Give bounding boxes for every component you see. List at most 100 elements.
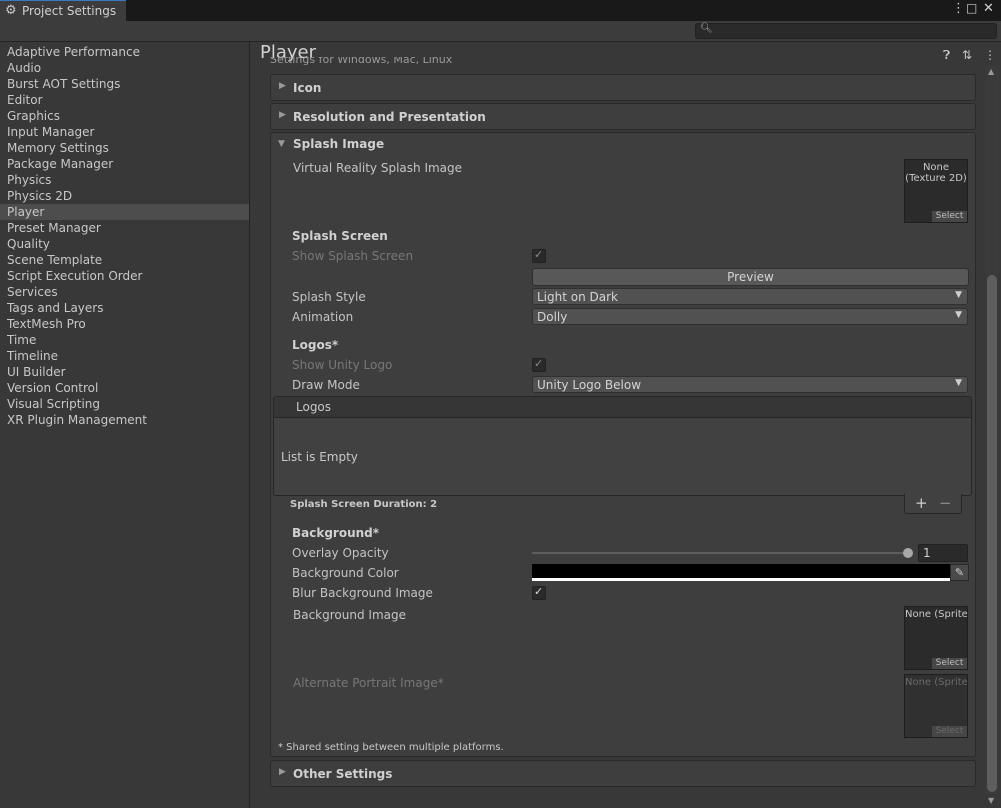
checkmark-icon: ✓ (534, 585, 544, 598)
blur-background-checkbox[interactable]: ✓ (532, 585, 546, 600)
show-unity-logo-label: Show Unity Logo (292, 358, 393, 372)
sidebar-item-package-manager[interactable]: Package Manager (0, 156, 249, 172)
collapse-arrow-icon[interactable]: ▼ (278, 139, 285, 149)
chevron-down-icon: ▼ (955, 310, 962, 320)
sidebar-item-scene-template[interactable]: Scene Template (0, 252, 249, 268)
logos-heading: Logos* (292, 338, 339, 352)
icon-section[interactable]: ▶ Icon (270, 74, 976, 101)
dropdown-value: Light on Dark (537, 290, 618, 304)
section-title: Other Settings (293, 767, 393, 781)
checkmark-icon: ✓ (534, 248, 544, 261)
splash-image-title[interactable]: Splash Image (293, 137, 384, 151)
show-splash-label: Show Splash Screen (292, 249, 414, 263)
sidebar-item-script-execution-order[interactable]: Script Execution Order (0, 268, 249, 284)
background-image-field[interactable]: None (Sprite) Select (904, 606, 968, 670)
logos-list-header-label: Logos (296, 400, 332, 414)
tab-title: Project Settings (22, 4, 117, 18)
background-color-field[interactable] (532, 564, 950, 581)
background-color-label: Background Color (292, 566, 399, 580)
sidebar-item-ui-builder[interactable]: UI Builder (0, 364, 249, 380)
dropdown-value: Unity Logo Below (537, 378, 642, 392)
maximize-icon[interactable]: □ (966, 1, 977, 15)
sidebar-item-visual-scripting[interactable]: Visual Scripting (0, 396, 249, 412)
overlay-opacity-slider[interactable] (532, 552, 908, 554)
overlay-opacity-label: Overlay Opacity (292, 546, 389, 560)
search-field[interactable]: 🔍︎ (695, 23, 997, 39)
checkmark-icon: ✓ (534, 357, 544, 370)
animation-dropdown[interactable]: Dolly ▼ (532, 308, 968, 325)
object-field-value: None (Sprite) (905, 609, 968, 620)
list-empty-text: List is Empty (281, 450, 358, 464)
vr-splash-image-field[interactable]: None (Texture 2D) Select (904, 159, 968, 223)
remove-item-button[interactable]: − (939, 494, 952, 512)
section-title: Resolution and Presentation (293, 110, 486, 124)
sidebar-item-audio[interactable]: Audio (0, 60, 249, 76)
scrollbar-thumb[interactable] (987, 275, 997, 792)
sidebar-item-time[interactable]: Time (0, 332, 249, 348)
expand-arrow-icon: ▶ (279, 110, 286, 120)
logos-list-header[interactable]: Logos (274, 397, 971, 418)
title-bar (0, 0, 1001, 21)
sidebar-item-timeline[interactable]: Timeline (0, 348, 249, 364)
resolution-section[interactable]: ▶ Resolution and Presentation (270, 103, 976, 130)
alternate-portrait-field: None (Sprite) Select (904, 674, 968, 738)
eyedropper-icon[interactable]: ✎ (950, 564, 969, 581)
show-splash-checkbox[interactable]: ✓ (532, 248, 546, 263)
scroll-down-icon[interactable]: ▼ (988, 796, 994, 805)
overlay-opacity-input[interactable]: 1 (918, 544, 968, 562)
sidebar-item-physics[interactable]: Physics (0, 172, 249, 188)
sidebar-item-xr-plugin-management[interactable]: XR Plugin Management (0, 412, 249, 428)
object-field-value: None (Texture 2D) (905, 162, 967, 184)
section-title: Icon (293, 81, 322, 95)
sidebar-item-input-manager[interactable]: Input Manager (0, 124, 249, 140)
close-icon[interactable]: ✕ (983, 1, 994, 16)
select-button[interactable]: Select (932, 211, 967, 222)
sidebar-item-preset-manager[interactable]: Preset Manager (0, 220, 249, 236)
dropdown-value: Dolly (537, 310, 568, 324)
sidebar-item-quality[interactable]: Quality (0, 236, 249, 252)
alternate-portrait-label: Alternate Portrait Image* (293, 676, 444, 690)
sidebar-item-physics-2d[interactable]: Physics 2D (0, 188, 249, 204)
gear-icon: ⚙ (5, 3, 17, 18)
sidebar-item-textmesh-pro[interactable]: TextMesh Pro (0, 316, 249, 332)
sidebar-item-services[interactable]: Services (0, 284, 249, 300)
splash-screen-heading: Splash Screen (292, 229, 388, 243)
list-footer: + − (904, 494, 962, 514)
chevron-down-icon: ▼ (955, 290, 962, 300)
sidebar-item-adaptive-performance[interactable]: Adaptive Performance (0, 44, 249, 60)
expand-arrow-icon: ▶ (279, 767, 286, 777)
logos-list: Logos List is Empty (273, 396, 972, 496)
preview-button[interactable]: Preview (532, 268, 969, 286)
splash-style-label: Splash Style (292, 290, 366, 304)
other-settings-section[interactable]: ▶ Other Settings (270, 760, 976, 787)
sidebar-item-memory-settings[interactable]: Memory Settings (0, 140, 249, 156)
sidebar-item-tags-and-layers[interactable]: Tags and Layers (0, 300, 249, 316)
sidebar-item-version-control[interactable]: Version Control (0, 380, 249, 396)
background-image-label: Background Image (293, 608, 406, 622)
blur-background-label: Blur Background Image (292, 586, 433, 600)
background-heading: Background* (292, 526, 380, 540)
show-unity-logo-checkbox[interactable]: ✓ (532, 357, 546, 372)
draw-mode-label: Draw Mode (292, 378, 360, 392)
select-button[interactable]: Select (932, 658, 967, 669)
settings-sidebar: Adaptive Performance Audio Burst AOT Set… (0, 42, 250, 808)
add-item-button[interactable]: + (915, 494, 928, 512)
object-field-value: None (Sprite) (905, 677, 968, 688)
slider-thumb[interactable] (903, 548, 913, 558)
sidebar-item-player[interactable]: Player (0, 204, 249, 220)
draw-mode-dropdown[interactable]: Unity Logo Below ▼ (532, 376, 968, 393)
animation-label: Animation (292, 310, 354, 324)
scroll-up-icon[interactable]: ▲ (988, 67, 994, 76)
search-input[interactable] (710, 24, 990, 37)
kebab-menu-icon[interactable]: ⋮ (952, 1, 965, 16)
platform-settings-caption: Settings for Windows, Mac, Linux (270, 57, 453, 66)
settings-menu-icon[interactable]: ⋮ (984, 48, 996, 62)
splash-duration-label: Splash Screen Duration: 2 (290, 499, 438, 510)
sidebar-item-graphics[interactable]: Graphics (0, 108, 249, 124)
shared-setting-note: * Shared setting between multiple platfo… (278, 742, 504, 753)
splash-style-dropdown[interactable]: Light on Dark ▼ (532, 288, 968, 305)
sidebar-item-editor[interactable]: Editor (0, 92, 249, 108)
chevron-down-icon: ▼ (955, 378, 962, 388)
sidebar-item-burst-aot[interactable]: Burst AOT Settings (0, 76, 249, 92)
project-settings-tab[interactable]: ⚙ Project Settings (0, 0, 126, 21)
